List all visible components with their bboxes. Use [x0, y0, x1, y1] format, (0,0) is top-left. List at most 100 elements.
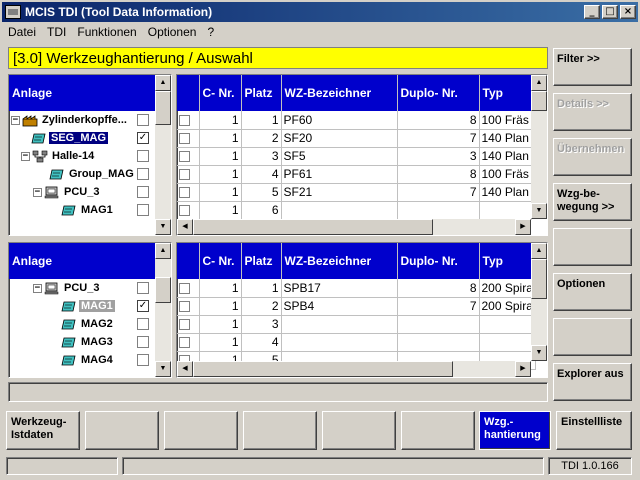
col-header-platz[interactable]: Platz — [241, 243, 282, 279]
col-header-platz[interactable]: Platz — [241, 75, 282, 111]
scroll-up-icon[interactable]: ▲ — [155, 243, 171, 259]
explorer-aus-button[interactable]: Explorer aus — [553, 363, 632, 401]
maximize-button[interactable]: □ — [602, 5, 618, 19]
scroll-thumb[interactable] — [155, 91, 171, 125]
tree-item[interactable]: MAG1 — [9, 201, 155, 219]
menu-tdi[interactable]: TDI — [41, 25, 71, 39]
row-checkbox[interactable] — [179, 151, 190, 163]
scroll-down-icon[interactable]: ▼ — [531, 345, 547, 361]
tree-item[interactable]: − Zylinderkopffe... — [9, 111, 155, 129]
optionen-button[interactable]: Optionen — [553, 273, 632, 311]
row-checkbox[interactable] — [179, 283, 190, 295]
wzg-hantierung-button[interactable]: Wzg.- hantierung — [479, 411, 551, 450]
softkey-right-5[interactable] — [553, 228, 632, 266]
tree-item[interactable]: MAG1 ✓ — [9, 297, 155, 315]
wzg-bewegung-button[interactable]: Wzg-be- wegung >> — [553, 183, 632, 221]
row-checkbox[interactable] — [179, 337, 190, 349]
menu-funktionen[interactable]: Funktionen — [71, 25, 141, 39]
col-header-wz-bezeichner[interactable]: WZ-Bezeichner — [281, 243, 398, 279]
scroll-up-icon[interactable]: ▲ — [155, 75, 171, 91]
scroll-thumb[interactable] — [531, 259, 547, 299]
row-checkbox[interactable] — [179, 187, 190, 199]
tree-item[interactable]: − PCU_3 — [9, 183, 155, 201]
scroll-thumb[interactable] — [193, 219, 433, 235]
col-header-typ[interactable]: Typ — [479, 243, 536, 279]
collapse-icon[interactable]: − — [33, 283, 42, 293]
bottom-tree-scrollbar[interactable]: ▲ ▼ — [155, 243, 171, 377]
softkey-bottom-5[interactable] — [322, 411, 396, 450]
scroll-up-icon[interactable]: ▲ — [531, 243, 547, 259]
row-checkbox[interactable] — [179, 205, 190, 217]
top-grid-hscrollbar[interactable]: ◀ ▶ — [177, 219, 531, 235]
table-row[interactable]: 1 3 SF5 3 140 Plan — [177, 147, 532, 166]
col-header-duplo-nr[interactable]: Duplo- Nr. — [397, 243, 480, 279]
einstellliste-button[interactable]: Einstellliste — [556, 411, 632, 450]
tree-checkbox[interactable] — [137, 282, 149, 294]
menu-optionen[interactable]: Optionen — [142, 25, 202, 39]
scroll-down-icon[interactable]: ▼ — [155, 219, 171, 235]
tree-checkbox[interactable] — [137, 204, 149, 216]
tree-checkbox[interactable] — [137, 186, 149, 198]
table-row[interactable]: 1 5 SF21 7 140 Plan — [177, 183, 532, 202]
softkey-bottom-3[interactable] — [164, 411, 238, 450]
table-row[interactable]: 1 2 SPB4 7 200 Spira — [177, 297, 536, 316]
top-tree-scrollbar[interactable]: ▲ ▼ — [155, 75, 171, 235]
collapse-icon[interactable]: − — [11, 115, 20, 125]
table-row[interactable]: 16 — [177, 201, 532, 220]
tree-checkbox[interactable] — [137, 354, 149, 366]
scroll-thumb[interactable] — [155, 277, 171, 303]
row-checkbox[interactable] — [179, 319, 190, 331]
col-header-c-nr[interactable]: C- Nr. — [199, 243, 242, 279]
softkey-right-7[interactable] — [553, 318, 632, 356]
tree-item[interactable]: − Halle-14 — [9, 147, 155, 165]
tree-checkbox[interactable]: ✓ — [137, 300, 149, 312]
werkzeug-istdaten-button[interactable]: Werkzeug- Istdaten — [6, 411, 80, 450]
row-checkbox[interactable] — [179, 301, 190, 313]
bottom-grid-hscrollbar[interactable]: ◀ ▶ — [177, 361, 531, 377]
table-row[interactable]: 1 2 SF20 7 140 Plan — [177, 129, 532, 148]
filter-button[interactable]: Filter >> — [553, 48, 632, 86]
tree-item[interactable]: SEG_MAG ✓ — [9, 129, 155, 147]
col-header-c-nr[interactable]: C- Nr. — [199, 75, 242, 111]
tree-checkbox[interactable] — [137, 168, 149, 180]
col-header-wz-bezeichner[interactable]: WZ-Bezeichner — [281, 75, 398, 111]
softkey-bottom-4[interactable] — [243, 411, 317, 450]
scroll-thumb[interactable] — [531, 91, 547, 111]
scroll-down-icon[interactable]: ▼ — [155, 361, 171, 377]
scroll-right-icon[interactable]: ▶ — [515, 219, 531, 235]
scroll-right-icon[interactable]: ▶ — [515, 361, 531, 377]
collapse-icon[interactable]: − — [33, 187, 42, 197]
row-checkbox[interactable] — [179, 169, 190, 181]
table-row[interactable]: 13 — [177, 315, 536, 334]
tree-checkbox[interactable] — [137, 336, 149, 348]
minimize-button[interactable]: _ — [584, 5, 600, 19]
scroll-down-icon[interactable]: ▼ — [531, 203, 547, 219]
scroll-thumb[interactable] — [193, 361, 453, 377]
tree-item[interactable]: − PCU_3 — [9, 279, 155, 297]
bottom-grid-vscrollbar[interactable]: ▲ ▼ — [531, 243, 547, 361]
col-header-duplo-nr[interactable]: Duplo- Nr. — [397, 75, 480, 111]
tree-checkbox[interactable] — [137, 318, 149, 330]
collapse-icon[interactable]: − — [21, 151, 30, 161]
scroll-up-icon[interactable]: ▲ — [531, 75, 547, 91]
table-row[interactable]: 14 — [177, 333, 536, 352]
tree-item[interactable]: MAG4 — [9, 351, 155, 369]
row-checkbox[interactable] — [179, 133, 190, 145]
table-row[interactable]: 1 1 PF60 8 100 Fräs — [177, 111, 532, 130]
col-header-typ[interactable]: Typ — [479, 75, 532, 111]
top-grid-vscrollbar[interactable]: ▲ ▼ — [531, 75, 547, 219]
menu-help[interactable]: ? — [201, 25, 219, 39]
menu-datei[interactable]: Datei — [2, 25, 41, 39]
tree-item[interactable]: MAG2 — [9, 315, 155, 333]
table-row[interactable]: 1 1 SPB17 8 200 Spira — [177, 279, 536, 298]
tree-item[interactable]: Group_MAG — [9, 165, 155, 183]
tree-item[interactable]: MAG3 — [9, 333, 155, 351]
close-button[interactable]: × — [620, 5, 636, 19]
scroll-left-icon[interactable]: ◀ — [177, 219, 193, 235]
table-row[interactable]: 1 4 PF61 8 100 Fräs — [177, 165, 532, 184]
details-button[interactable]: Details >> — [553, 93, 632, 131]
tree-checkbox[interactable] — [137, 150, 149, 162]
softkey-bottom-6[interactable] — [401, 411, 475, 450]
softkey-bottom-2[interactable] — [85, 411, 159, 450]
row-checkbox[interactable] — [179, 115, 190, 127]
